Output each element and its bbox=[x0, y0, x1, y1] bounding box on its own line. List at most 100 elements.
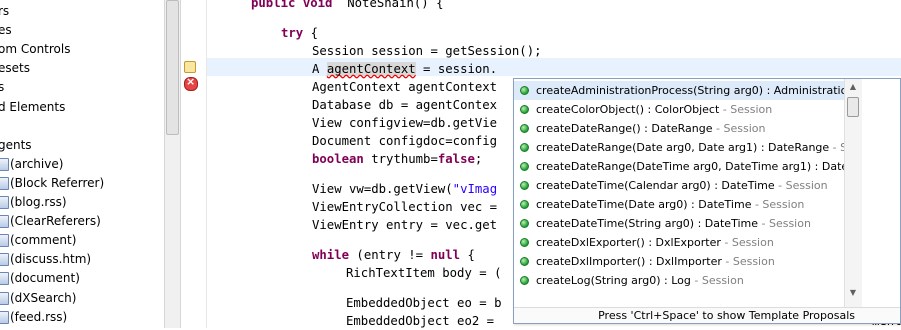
proposal-signature: createDateTime(Calendar arg0) : DateTime bbox=[536, 179, 775, 192]
proposal-signature: createDateTime(String arg0) : DateTime bbox=[536, 217, 758, 230]
proposal-item[interactable]: createDateRange() : DateRange - Session bbox=[514, 119, 844, 138]
navigator-item-label: s bbox=[0, 80, 5, 95]
code-line[interactable]: View vw=db.getView("vImag bbox=[312, 180, 497, 198]
navigator-item-label: (ClearReferers) bbox=[10, 214, 101, 229]
code-line[interactable]: ViewEntryCollection vec = bbox=[312, 198, 505, 216]
proposal-item[interactable]: createDateTime(Date arg0) : DateTime - S… bbox=[514, 195, 844, 214]
proposal-signature: createLog(String arg0) : Log bbox=[536, 274, 691, 287]
agent-icon bbox=[0, 253, 9, 267]
agent-icon bbox=[0, 215, 9, 229]
proposal-item[interactable]: createDateTime(String arg0) : DateTime -… bbox=[514, 214, 844, 233]
proposal-item[interactable]: createColorObject() : ColorObject - Sess… bbox=[514, 100, 844, 119]
proposal-declaring-type: - Session bbox=[758, 217, 811, 230]
proposal-item[interactable]: createDateRange(Date arg0, Date arg1) : … bbox=[514, 138, 844, 157]
code-token: A bbox=[312, 62, 327, 76]
proposal-signature: createDateRange(Date arg0, Date arg1) : … bbox=[536, 141, 830, 154]
proposal-signature: createDxlExporter() : DxlExporter bbox=[536, 236, 721, 249]
code-line[interactable]: EmbeddedObject eo2 = bbox=[346, 312, 501, 330]
code-line[interactable]: EmbeddedObject eo = b bbox=[346, 294, 501, 312]
code-line[interactable]: Document configdoc=config bbox=[312, 132, 497, 150]
code-token: "vImag bbox=[452, 182, 498, 196]
navigator-item-label: rs bbox=[0, 4, 10, 18]
proposal-label: createDxlImporter() : DxlImporter - Sess… bbox=[536, 252, 775, 271]
proposal-label: createDateRange(Date arg0, Date arg1) : … bbox=[536, 138, 844, 157]
agent-icon bbox=[0, 196, 9, 209]
navigator-item-label: (dXSearch) bbox=[10, 290, 77, 305]
popup-footer-hint: Press 'Ctrl+Space' to show Template Prop… bbox=[514, 307, 900, 323]
code-line[interactable]: boolean trythumb=false; bbox=[312, 150, 482, 168]
agent-icon bbox=[0, 310, 9, 324]
code-token: (entry != bbox=[349, 248, 431, 262]
navigator-item-label: (archive) bbox=[10, 156, 64, 171]
proposal-declaring-type: - Session bbox=[690, 274, 744, 287]
agent-icon bbox=[0, 272, 9, 286]
proposal-label: createDateTime(String arg0) : DateTime -… bbox=[536, 214, 811, 233]
proposal-label: createColorObject() : ColorObject - Sess… bbox=[536, 100, 772, 119]
code-line[interactable]: try { bbox=[281, 24, 318, 42]
proposal-item[interactable]: createLog(String arg0) : Log - Session bbox=[514, 271, 844, 290]
proposal-item[interactable]: createDateTime(Calendar arg0) : DateTime… bbox=[514, 176, 844, 195]
error-marker-icon[interactable] bbox=[184, 75, 198, 91]
code-token: { bbox=[303, 26, 319, 40]
code-token: ViewEntryCollection vec = bbox=[312, 200, 505, 214]
code-token: while bbox=[312, 248, 350, 262]
warning-marker-icon[interactable] bbox=[184, 61, 196, 73]
proposal-item[interactable]: createDateRange(DateTime arg0, DateTime … bbox=[514, 157, 844, 176]
agent-icon bbox=[0, 157, 9, 171]
code-token: null bbox=[430, 248, 461, 262]
scroll-up-arrow-icon[interactable]: ▲ bbox=[845, 79, 861, 95]
agent-icon bbox=[0, 234, 9, 248]
code-token: boolean bbox=[312, 152, 364, 166]
public-method-icon bbox=[520, 200, 529, 209]
agent-icon bbox=[0, 176, 9, 190]
public-method-icon bbox=[520, 219, 529, 228]
code-line[interactable]: AgentContext agentContext bbox=[312, 78, 497, 96]
proposal-label: createDateTime(Date arg0) : DateTime - S… bbox=[536, 195, 804, 214]
public-method-icon bbox=[520, 143, 529, 152]
code-token: { bbox=[460, 248, 475, 262]
code-token: public void bbox=[251, 0, 333, 10]
code-token: NoteSnain() { bbox=[332, 0, 444, 10]
proposal-label: createLog(String arg0) : Log - Session bbox=[536, 271, 744, 290]
navigator-item-label: esets bbox=[0, 61, 30, 76]
proposal-declaring-type: - Session bbox=[751, 198, 805, 211]
proposal-declaring-type: - Session bbox=[712, 122, 766, 135]
proposal-label: createDxlExporter() : DxlExporter - Sess… bbox=[536, 233, 774, 252]
proposal-item[interactable]: createDxlExporter() : DxlExporter - Sess… bbox=[514, 233, 844, 252]
navigator-item-label: (discuss.htm) bbox=[10, 252, 92, 267]
proposal-list[interactable]: createAdministrationProcess(String arg0)… bbox=[514, 79, 844, 307]
public-method-icon bbox=[520, 257, 529, 266]
code-token: = session. bbox=[415, 62, 498, 76]
navigator-item-label: (comment) bbox=[10, 233, 77, 248]
code-token: AgentContext agentContext bbox=[312, 80, 498, 94]
scroll-down-arrow-icon[interactable]: ▼ bbox=[845, 285, 861, 301]
navigator-item-label: es bbox=[0, 23, 12, 38]
proposal-signature: createDxlImporter() : DxlImporter bbox=[536, 255, 722, 268]
code-token: EmbeddedObject eo = b bbox=[346, 296, 502, 310]
navigator-scrollbar[interactable] bbox=[164, 0, 181, 328]
code-token: ; bbox=[474, 152, 483, 166]
code-token: agentContext bbox=[326, 62, 416, 76]
navigator-scroll-thumb[interactable] bbox=[166, 0, 179, 135]
code-token: Database db = agentContex bbox=[312, 98, 498, 112]
popup-scrollbar[interactable]: ▲ ▼ bbox=[844, 79, 862, 307]
code-line[interactable]: A agentContext = session. bbox=[312, 60, 497, 78]
code-line[interactable]: RichTextItem body = ( bbox=[346, 264, 501, 282]
proposal-item[interactable]: createDxlImporter() : DxlImporter - Sess… bbox=[514, 252, 844, 271]
code-line[interactable]: ViewEntry entry = vec.get bbox=[312, 216, 497, 234]
editor-gutter bbox=[181, 0, 207, 328]
code-token: false bbox=[437, 152, 475, 166]
code-line[interactable]: View configview=db.getVie bbox=[312, 114, 497, 132]
code-line[interactable]: public void NoteSnain() { bbox=[251, 0, 444, 12]
code-line[interactable]: Database db = agentContex bbox=[312, 96, 497, 114]
public-method-icon bbox=[520, 86, 529, 95]
proposal-label: createDateRange() : DateRange - Session bbox=[536, 119, 765, 138]
navigator-item-label: (blog.rss) bbox=[10, 195, 67, 209]
popup-scroll-thumb[interactable] bbox=[847, 97, 859, 117]
code-line[interactable]: Session session = getSession(); bbox=[312, 42, 542, 60]
package-navigator: rs es om Controls esets s d Elements gents (arc… bbox=[0, 0, 164, 328]
public-method-icon bbox=[520, 276, 529, 285]
code-token: RichTextItem body = ( bbox=[346, 266, 502, 280]
code-line[interactable]: while (entry != null { bbox=[312, 246, 475, 264]
proposal-item[interactable]: createAdministrationProcess(String arg0)… bbox=[514, 81, 844, 100]
